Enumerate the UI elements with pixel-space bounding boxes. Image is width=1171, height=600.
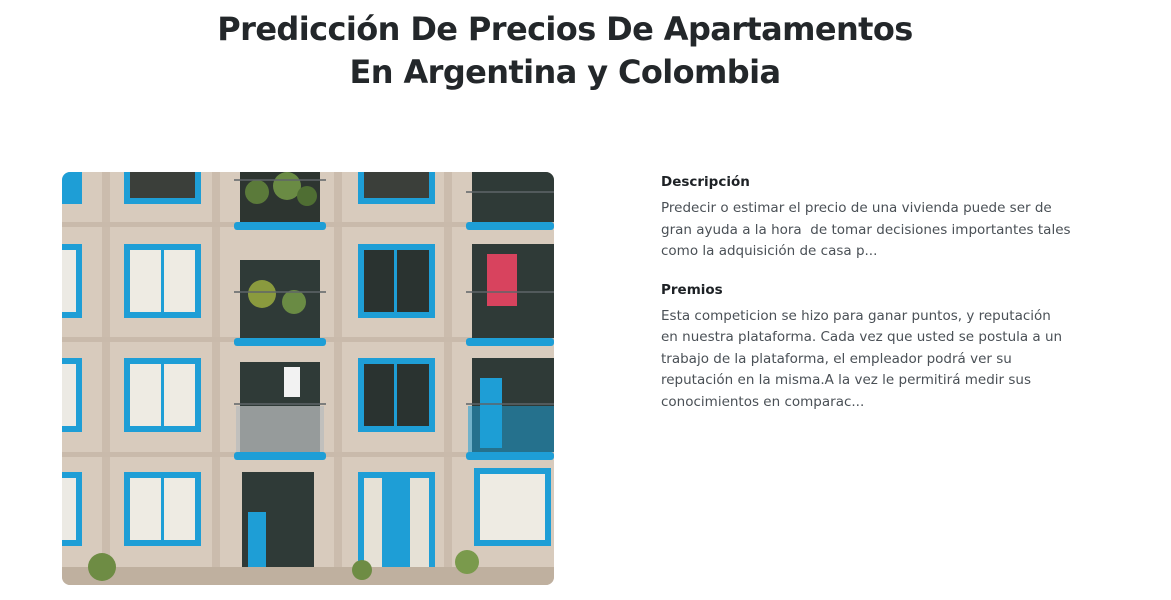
- prizes-heading: Premios: [661, 281, 723, 298]
- page-title: Predicción De Precios De Apartamentos En…: [0, 8, 1130, 94]
- page-title-line-1: Predicción De Precios De Apartamentos: [217, 10, 913, 48]
- competition-info: Descripción Predecir o estimar el precio…: [661, 172, 1071, 430]
- page-title-line-2: En Argentina y Colombia: [349, 53, 782, 91]
- description-text: Predecir o estimar el precio de una vivi…: [661, 200, 1075, 259]
- prizes-section: Premios Esta competicion se hizo para ga…: [661, 280, 1071, 414]
- description-section: Descripción Predecir o estimar el precio…: [661, 172, 1071, 263]
- description-heading: Descripción: [661, 174, 750, 190]
- apartment-building-image: [62, 172, 554, 585]
- prizes-text: Esta competicion se hizo para ganar punt…: [661, 307, 1067, 410]
